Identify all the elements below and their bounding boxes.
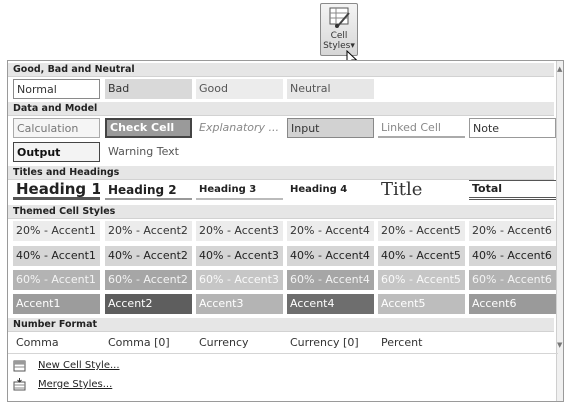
style-comma-0[interactable]: Comma [0]	[105, 333, 192, 353]
style-input[interactable]: Input	[287, 118, 374, 138]
style-calculation[interactable]: Calculation	[13, 118, 100, 138]
style-row-40-accent: 40% - Accent1 40% - Accent2 40% - Accent…	[13, 246, 559, 266]
style-linked-cell[interactable]: Linked Cell	[378, 118, 465, 138]
style-heading-2[interactable]: Heading 2	[105, 180, 192, 200]
section-header-number-format: Number Format	[8, 318, 554, 332]
style-warning-text[interactable]: Warning Text	[105, 142, 192, 162]
style-accent1[interactable]: Accent1	[13, 294, 100, 314]
style-accent2[interactable]: Accent2	[105, 294, 192, 314]
style-20-accent1[interactable]: 20% - Accent1	[13, 221, 100, 241]
cell-styles-gallery: ▲ ▼ Good, Bad and Neutral Normal Bad Goo…	[7, 60, 564, 402]
style-60-accent6[interactable]: 60% - Accent6	[469, 270, 556, 290]
style-40-accent1[interactable]: 40% - Accent1	[13, 246, 100, 266]
merge-styles-menu-item[interactable]: Merge Styles...	[13, 377, 213, 393]
style-row-headings: Heading 1 Heading 2 Heading 3 Heading 4 …	[13, 180, 559, 200]
style-60-accent4[interactable]: 60% - Accent4	[287, 270, 374, 290]
style-total[interactable]: Total	[469, 180, 556, 200]
style-20-accent3[interactable]: 20% - Accent3	[196, 221, 283, 241]
style-currency-0[interactable]: Currency [0]	[287, 333, 374, 353]
style-good[interactable]: Good	[196, 79, 283, 99]
style-60-accent5[interactable]: 60% - Accent5	[378, 270, 465, 290]
style-row-accent: Accent1 Accent2 Accent3 Accent4 Accent5 …	[13, 294, 559, 314]
style-40-accent3[interactable]: 40% - Accent3	[196, 246, 283, 266]
style-heading-3[interactable]: Heading 3	[196, 180, 283, 200]
style-20-accent4[interactable]: 20% - Accent4	[287, 221, 374, 241]
section-header-themed-cell-styles: Themed Cell Styles	[8, 205, 554, 219]
style-check-cell[interactable]: Check Cell	[105, 118, 192, 138]
style-accent4[interactable]: Accent4	[287, 294, 374, 314]
cell-styles-label: Cell Styles▾	[321, 31, 357, 51]
new-cell-style-menu-item[interactable]: New Cell Style...	[13, 358, 213, 374]
style-percent[interactable]: Percent	[378, 333, 465, 353]
style-row-number-format: Comma Comma [0] Currency Currency [0] Pe…	[13, 333, 559, 353]
cell-styles-icon	[329, 7, 350, 28]
section-header-titles-and-headings: Titles and Headings	[8, 166, 554, 180]
style-40-accent4[interactable]: 40% - Accent4	[287, 246, 374, 266]
style-heading-4[interactable]: Heading 4	[287, 180, 374, 200]
style-60-accent3[interactable]: 60% - Accent3	[196, 270, 283, 290]
style-20-accent6[interactable]: 20% - Accent6	[469, 221, 556, 241]
style-accent3[interactable]: Accent3	[196, 294, 283, 314]
style-neutral[interactable]: Neutral	[287, 79, 374, 99]
style-20-accent5[interactable]: 20% - Accent5	[378, 221, 465, 241]
style-row-data-model-1: Calculation Check Cell Explanatory ... I…	[13, 118, 559, 138]
cell-styles-button[interactable]: Cell Styles▾	[320, 3, 358, 56]
style-normal[interactable]: Normal	[13, 79, 100, 99]
style-currency[interactable]: Currency	[196, 333, 283, 353]
style-row-data-model-2: Output Warning Text	[13, 142, 559, 162]
style-60-accent1[interactable]: 60% - Accent1	[13, 270, 100, 290]
style-output[interactable]: Output	[13, 142, 100, 162]
menu-separator	[8, 353, 558, 354]
cell-styles-label-line1: Cell	[330, 31, 348, 41]
style-accent5[interactable]: Accent5	[378, 294, 465, 314]
style-note[interactable]: Note	[469, 118, 556, 138]
section-header-good-bad-neutral: Good, Bad and Neutral	[8, 63, 554, 77]
style-heading-1[interactable]: Heading 1	[13, 180, 100, 200]
section-header-data-and-model: Data and Model	[8, 102, 554, 116]
style-row-20-accent: 20% - Accent1 20% - Accent2 20% - Accent…	[13, 221, 559, 241]
new-cell-style-icon	[13, 360, 26, 372]
merge-styles-label: Merge Styles...	[38, 379, 113, 390]
style-20-accent2[interactable]: 20% - Accent2	[105, 221, 192, 241]
style-comma[interactable]: Comma	[13, 333, 100, 353]
style-explanatory[interactable]: Explanatory ...	[196, 118, 283, 138]
style-40-accent2[interactable]: 40% - Accent2	[105, 246, 192, 266]
style-accent6[interactable]: Accent6	[469, 294, 556, 314]
style-row-60-accent: 60% - Accent1 60% - Accent2 60% - Accent…	[13, 270, 559, 290]
new-cell-style-label: New Cell Style...	[38, 360, 120, 371]
scroll-up-icon[interactable]: ▲	[557, 65, 562, 73]
style-bad[interactable]: Bad	[105, 79, 192, 99]
merge-styles-icon	[13, 378, 26, 391]
style-60-accent2[interactable]: 60% - Accent2	[105, 270, 192, 290]
style-40-accent6[interactable]: 40% - Accent6	[469, 246, 556, 266]
style-row-good-bad-neutral: Normal Bad Good Neutral	[13, 79, 559, 99]
style-title[interactable]: Title	[378, 180, 465, 200]
style-40-accent5[interactable]: 40% - Accent5	[378, 246, 465, 266]
